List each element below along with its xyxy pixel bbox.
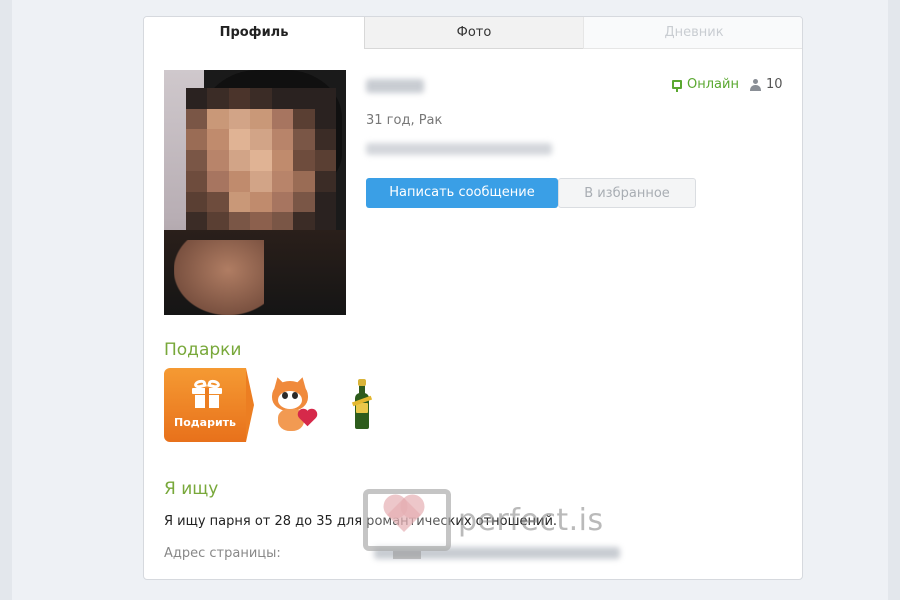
blurred-location	[366, 143, 552, 155]
write-message-button[interactable]: Написать сообщение	[366, 178, 558, 208]
looking-for-heading: Я ищу	[164, 479, 219, 499]
age-and-sign: 31 год, Рак	[366, 113, 443, 128]
looking-for-text: Я ищу парня от 28 до 35 для романтически…	[164, 514, 558, 529]
gift-box-icon	[192, 378, 222, 408]
cat-with-heart-icon[interactable]	[266, 375, 316, 433]
page-left-edge	[0, 0, 12, 600]
give-gift-button[interactable]: Подарить	[164, 368, 254, 442]
give-gift-label: Подарить	[174, 416, 236, 429]
blurred-page-address	[374, 547, 620, 559]
blurred-username	[366, 79, 424, 93]
tab-profile[interactable]: Профиль	[144, 17, 364, 49]
tab-photo[interactable]: Фото	[364, 17, 583, 49]
online-status-label: Онлайн	[687, 77, 739, 92]
add-to-favorites-button[interactable]: В избранное	[558, 178, 696, 208]
viewers-count[interactable]: 10	[750, 77, 783, 92]
person-icon	[750, 78, 761, 91]
online-status: Онлайн	[672, 77, 739, 92]
champagne-bottle-icon[interactable]	[351, 379, 373, 431]
avatar-pixelated-face	[186, 88, 336, 233]
monitor-icon	[672, 80, 682, 92]
page-address-label: Адрес страницы:	[164, 546, 281, 561]
give-gift-button-arrow	[246, 368, 254, 442]
gifts-heading: Подарки	[164, 340, 242, 360]
profile-card: Профиль Фото Дневник Онлайн 10 31 год, Р…	[143, 16, 803, 580]
tab-diary[interactable]: Дневник	[583, 17, 802, 49]
avatar-hand	[174, 240, 264, 315]
profile-tabs: Профиль Фото Дневник	[144, 17, 802, 49]
viewers-count-value: 10	[766, 77, 783, 92]
page-right-edge	[888, 0, 900, 600]
avatar-photo[interactable]	[164, 70, 346, 315]
